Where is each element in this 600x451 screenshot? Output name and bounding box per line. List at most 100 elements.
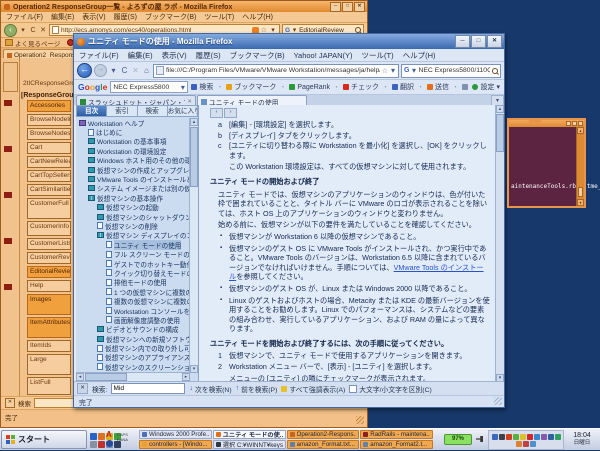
content-vertical-scrollbar[interactable]: ▴ ▾ [495, 105, 504, 382]
tree-item[interactable]: Workstation コンソールを仮想マシンのディス... [77, 306, 190, 315]
back-button[interactable]: ← [77, 63, 92, 78]
resize-grip[interactable] [356, 416, 364, 424]
maximize-button[interactable]: □ [471, 35, 486, 48]
close-button[interactable]: ✕ [354, 2, 365, 12]
foreground-browser-window[interactable]: ユニティ モードの使用 - Mozilla Firefox ─ □ ✕ ファイル… [73, 33, 505, 408]
minimize-button[interactable]: ─ [330, 2, 341, 12]
tree-item[interactable]: Workstation の基本事項 [77, 137, 190, 146]
search-engine-dropdown-icon[interactable]: ▾ [411, 66, 416, 75]
tree-item[interactable]: 仮想マシンの作成とアップグレード [77, 165, 190, 174]
ime-input-mode-icon[interactable]: A [106, 430, 112, 439]
tray-icon-11[interactable] [516, 441, 522, 447]
google-settings-button[interactable]: 設定 ▾ [472, 82, 500, 92]
menu-item[interactable]: ヘルプ(H) [403, 50, 436, 61]
taskbar-button[interactable]: controllers - [Windo... [139, 440, 212, 449]
taskbar-button[interactable]: RadRails - maintena... [360, 430, 433, 439]
responsegroup-item[interactable]: CustomerRevie [27, 252, 71, 264]
menu-item[interactable]: ツール(T) [362, 50, 394, 61]
tree-item[interactable]: 仮想マシンのシャットダウン [77, 212, 190, 221]
help-link[interactable]: VMware Tools のインストール [229, 263, 484, 282]
tree-item[interactable]: VMware Tools のインストールと使用 [77, 174, 190, 183]
minimize-button[interactable]: ─ [455, 35, 470, 48]
responsegroup-item[interactable]: Images [27, 294, 71, 315]
background-window-titlebar[interactable]: Operation2 ResponseGroup一覧 - よろずの屋 ラボ - … [1, 1, 367, 12]
tray-icon-1[interactable] [492, 434, 498, 440]
responsegroup-item[interactable]: CartNewRelea [27, 156, 71, 168]
link-marker[interactable] [4, 238, 12, 244]
tree-item[interactable]: はじめに [77, 127, 190, 136]
menu-item[interactable]: ブックマーク(B) [230, 50, 285, 61]
responsegroup-item[interactable]: ItemIds [27, 340, 71, 352]
bookmark-star-icon[interactable]: ☆ [382, 67, 388, 75]
language-bar[interactable]: A CAPSKANA [104, 430, 138, 450]
clock[interactable]: 18:04 日曜日 [566, 431, 598, 447]
tree-item[interactable]: 画面解像度調整の使用 [77, 315, 190, 324]
tray-icon-5[interactable] [520, 434, 526, 440]
menu-item[interactable]: ファイル(F) [79, 50, 119, 61]
google-pagerank-button[interactable]: PageRank [289, 84, 330, 91]
help-tab-お気に入り[interactable]: お気に入り [168, 105, 198, 117]
responsegroup-item[interactable]: BrowseNodes [27, 128, 71, 140]
taskbar-button[interactable]: Operation2-Respons... [287, 430, 360, 439]
tray-icon-4[interactable] [513, 434, 519, 440]
google-search-input[interactable]: NEC Express5800 ▾ [110, 81, 188, 93]
tree-item[interactable]: 仮想マシンの基本操作 [77, 193, 190, 202]
forward-button[interactable]: → [94, 64, 107, 77]
history-dropdown-icon[interactable]: ▾ [109, 66, 118, 75]
bookmark-item[interactable]: よく見るページ [5, 38, 60, 48]
tray-icon-7[interactable] [534, 434, 540, 440]
reload-icon[interactable]: C [29, 27, 37, 34]
menu-item[interactable]: ツール(T) [204, 12, 234, 22]
tree-item[interactable]: 仮想マシンへの新規ソフトウェアのインストール [77, 334, 190, 343]
tray-icon-10[interactable] [555, 434, 561, 440]
tree-item[interactable]: 仮想マシンの削除 [77, 221, 190, 230]
taskbar-button[interactable]: 選択 C:¥WINNT¥keys... [213, 440, 286, 449]
tree-item[interactable]: 仮想マシンの起動 [77, 203, 190, 212]
taskbar-button[interactable]: amazon_Format2.t... [360, 440, 433, 449]
tree-item[interactable]: Workstation の環境設定 [77, 146, 190, 155]
responsegroup-item[interactable]: ItemAttributes [27, 317, 71, 338]
help-tab-検索[interactable]: 検索 [138, 105, 168, 117]
tray-icon-3[interactable] [506, 434, 512, 440]
highlight-all-button[interactable]: すべて強調表示(A) [281, 384, 345, 394]
find-close-icon[interactable]: ✕ [5, 398, 15, 408]
tray-icon-12[interactable] [523, 441, 529, 447]
address-bar[interactable]: file:///C:/Program Files/VMware/VMware W… [153, 64, 399, 78]
responsegroup-item[interactable]: ListFull [27, 377, 71, 395]
search-go-icon[interactable] [492, 68, 498, 74]
menu-item[interactable]: Yahoo! JAPAN(Y) [294, 51, 353, 60]
menu-item[interactable]: 表示(V) [82, 12, 105, 22]
tree-item[interactable]: 仮想マシンのスクリーンショットの作成 [77, 362, 190, 371]
tree-item[interactable]: 仮想マシン内での取り外し可能デバイスの使用 [77, 343, 190, 352]
ime-icon[interactable] [106, 440, 113, 447]
tree-item[interactable]: 仮想マシンのアプライアンス ビューの構成 [77, 353, 190, 362]
find-next-button[interactable]: ↓ 次を検索(N) [189, 384, 231, 394]
tree-item[interactable]: 排他モードの使用 [77, 278, 190, 287]
tree-item[interactable]: システム イメージまたは別の仮想マシンからの仮想... [77, 184, 190, 193]
google-send-button[interactable]: 送信 [427, 82, 449, 92]
close-button[interactable]: ✕ [487, 35, 502, 48]
back-button[interactable]: ‹ [4, 24, 17, 37]
google-google-search-button[interactable]: 検索 [191, 82, 213, 92]
tray-icon-13[interactable] [530, 441, 536, 447]
tree-item[interactable]: 複数の仮想マシンに複数のモニタの使用 [77, 296, 190, 305]
resize-grip[interactable] [494, 397, 502, 405]
menu-item[interactable]: 履歴(S) [196, 50, 221, 61]
tree-item[interactable]: フル スクリーン モードの使用 [77, 249, 190, 258]
tree-item[interactable]: ビデオとサウンドの構成 [77, 325, 190, 334]
menu-item[interactable]: 履歴(S) [114, 12, 137, 22]
responsegroup-item[interactable]: CustomerLists [27, 238, 71, 250]
tray-icon-9[interactable] [548, 434, 554, 440]
minimize-button[interactable] [566, 121, 571, 126]
tree-item[interactable]: Windows ホスト用のその他の環境設定 [77, 156, 190, 165]
link-marker[interactable] [4, 100, 12, 106]
url-dropdown-icon[interactable]: ▾ [390, 66, 396, 75]
find-prev-button[interactable]: ↑ 前を検索(P) [236, 384, 278, 394]
google-query-dropdown-icon[interactable]: ▾ [180, 83, 185, 92]
foreground-window-titlebar[interactable]: ユニティ モードの使用 - Mozilla Firefox ─ □ ✕ [74, 34, 504, 49]
tree-item[interactable]: 1 つの仮想マシンに複数のモニタの使用 [77, 287, 190, 296]
reload-icon[interactable]: C [120, 66, 129, 75]
tray-icon-6[interactable] [527, 434, 533, 440]
menu-item[interactable]: 編集(E) [51, 12, 74, 22]
ie-icon[interactable] [90, 433, 97, 440]
